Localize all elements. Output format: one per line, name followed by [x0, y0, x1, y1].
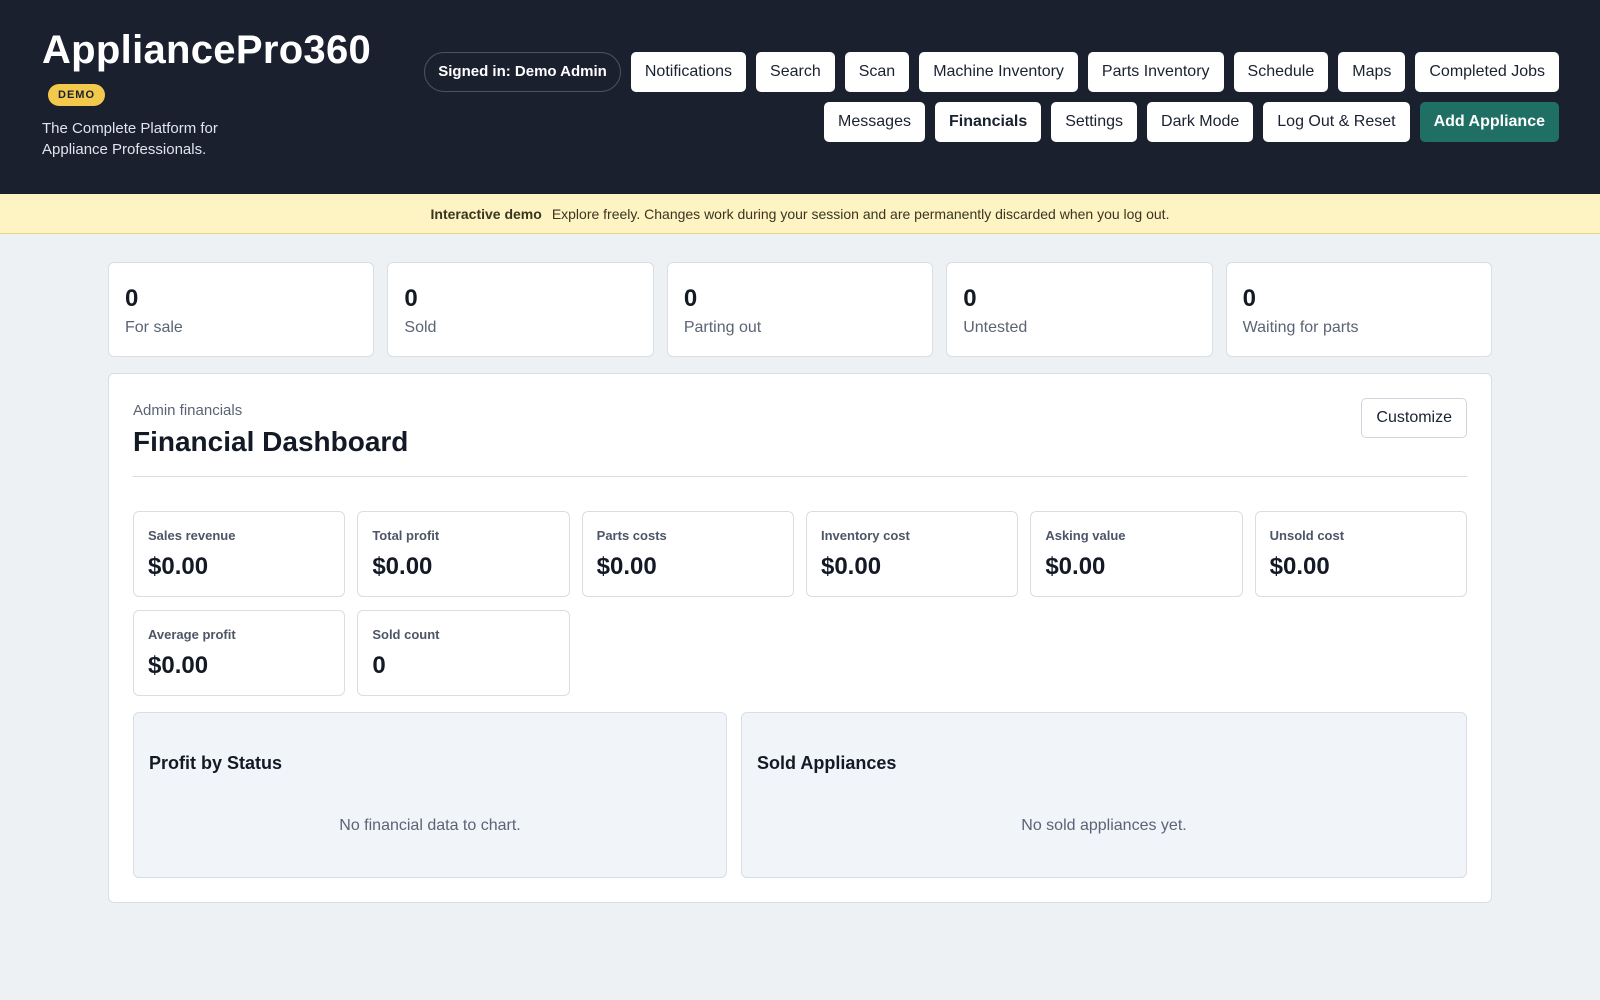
metric-label: Unsold cost [1269, 528, 1345, 543]
status-summary: 0 For sale 0 Sold 0 Parting out 0 Untest… [108, 262, 1493, 357]
metric-average-profit: Average profit $0.00 [133, 610, 346, 696]
metric-total-profit: Total profit $0.00 [357, 511, 570, 597]
nav-parts-inventory-button[interactable]: Parts Inventory [1087, 52, 1224, 92]
stat-label: Parting out [683, 319, 762, 336]
demo-badge: DEMO [48, 84, 105, 106]
customize-button[interactable]: Customize [1361, 398, 1467, 438]
profit-by-status-title: Profit by Status [149, 753, 283, 773]
dark-mode-button[interactable]: Dark Mode [1147, 102, 1254, 142]
signed-in-chip: Signed in: Demo Admin [424, 52, 621, 92]
stat-value: 0 [125, 285, 139, 312]
nav-schedule-button[interactable]: Schedule [1233, 52, 1329, 92]
nav-financials-button[interactable]: Financials [934, 102, 1042, 142]
demo-banner-label: Interactive demo [430, 205, 542, 222]
sold-appliances-card: Sold Appliances No sold appliances yet. [741, 712, 1467, 878]
metric-asking-value: Asking value $0.00 [1030, 511, 1243, 597]
stat-value: 0 [404, 285, 418, 312]
metric-value: $0.00 [1269, 553, 1330, 580]
stat-card-untested[interactable]: 0 Untested [946, 262, 1213, 357]
nav-machine-inventory-button[interactable]: Machine Inventory [919, 52, 1078, 92]
demo-banner-text: Explore freely. Changes work during your… [551, 205, 1170, 222]
logout-reset-button[interactable]: Log Out & Reset [1263, 102, 1410, 142]
stat-value: 0 [683, 285, 698, 312]
stat-label: Sold [404, 319, 437, 336]
demo-banner: Interactive demo Explore freely. Changes… [0, 194, 1600, 234]
metric-sales-revenue: Sales revenue $0.00 [133, 511, 346, 597]
profit-by-status-empty-message: No financial data to chart. [339, 817, 521, 834]
metric-label: Sales revenue [148, 528, 236, 543]
stat-label: Untested [963, 319, 1028, 336]
stat-value: 0 [963, 285, 977, 312]
brand: AppliancePro360 DEMO The Complete Platfo… [42, 26, 371, 160]
metric-unsold-cost: Unsold cost $0.00 [1254, 511, 1467, 597]
app-title: AppliancePro360 [42, 28, 372, 72]
nav-row-secondary: Messages Financials Settings Dark Mode L… [824, 102, 1559, 142]
metric-label: Inventory cost [820, 528, 910, 543]
metric-label: Asking value [1045, 528, 1126, 543]
nav-notifications-button[interactable]: Notifications [630, 52, 747, 92]
metric-value: $0.00 [372, 553, 433, 580]
metric-label: Total profit [372, 528, 440, 543]
metric-value: $0.00 [148, 652, 209, 679]
panel-eyebrow: Admin financials [133, 402, 243, 419]
stat-card-waiting-for-parts[interactable]: 0 Waiting for parts [1225, 262, 1493, 357]
metric-label: Average profit [148, 627, 236, 642]
chart-section: Profit by Status No financial data to ch… [133, 712, 1467, 878]
metric-parts-costs: Parts costs $0.00 [581, 511, 794, 597]
metric-value: 0 [372, 652, 386, 679]
profit-by-status-card: Profit by Status No financial data to ch… [133, 712, 727, 878]
stat-card-sold[interactable]: 0 Sold [387, 262, 654, 357]
metric-inventory-cost: Inventory cost $0.00 [805, 511, 1019, 597]
metric-sold-count: Sold count 0 [357, 610, 570, 696]
stat-label: For sale [125, 319, 183, 336]
stat-card-parting-out[interactable]: 0 Parting out [666, 262, 934, 357]
divider [133, 476, 1467, 477]
nav-maps-button[interactable]: Maps [1338, 52, 1406, 92]
metric-value: $0.00 [148, 553, 209, 580]
metric-value: $0.00 [596, 553, 657, 580]
nav-scan-button[interactable]: Scan [844, 52, 910, 92]
nav-row-primary: Signed in: Demo Admin Notifications Sear… [424, 52, 1559, 92]
top-header: AppliancePro360 DEMO The Complete Platfo… [0, 0, 1600, 194]
financial-dashboard-panel: Admin financials Financial Dashboard Cus… [108, 373, 1492, 903]
nav-messages-button[interactable]: Messages [824, 102, 925, 142]
nav-settings-button[interactable]: Settings [1051, 102, 1138, 142]
metric-value: $0.00 [1045, 553, 1106, 580]
nav-completed-jobs-button[interactable]: Completed Jobs [1415, 52, 1559, 92]
metric-value: $0.00 [820, 553, 882, 580]
sold-appliances-title: Sold Appliances [757, 753, 897, 773]
metric-label: Sold count [372, 627, 440, 642]
stat-value: 0 [1242, 285, 1256, 312]
stat-card-for-sale[interactable]: 0 For sale [108, 262, 375, 357]
page-title: Financial Dashboard [133, 426, 409, 457]
metrics-grid: Sales revenue $0.00 Total profit $0.00 P… [133, 511, 1467, 696]
nav-search-button[interactable]: Search [756, 52, 835, 92]
sold-appliances-empty-message: No sold appliances yet. [1021, 817, 1187, 834]
tagline: The Complete Platform for Appliance Prof… [42, 120, 218, 158]
stat-label: Waiting for parts [1242, 319, 1359, 336]
add-appliance-button[interactable]: Add Appliance [1419, 102, 1559, 142]
metric-label: Parts costs [596, 528, 667, 543]
